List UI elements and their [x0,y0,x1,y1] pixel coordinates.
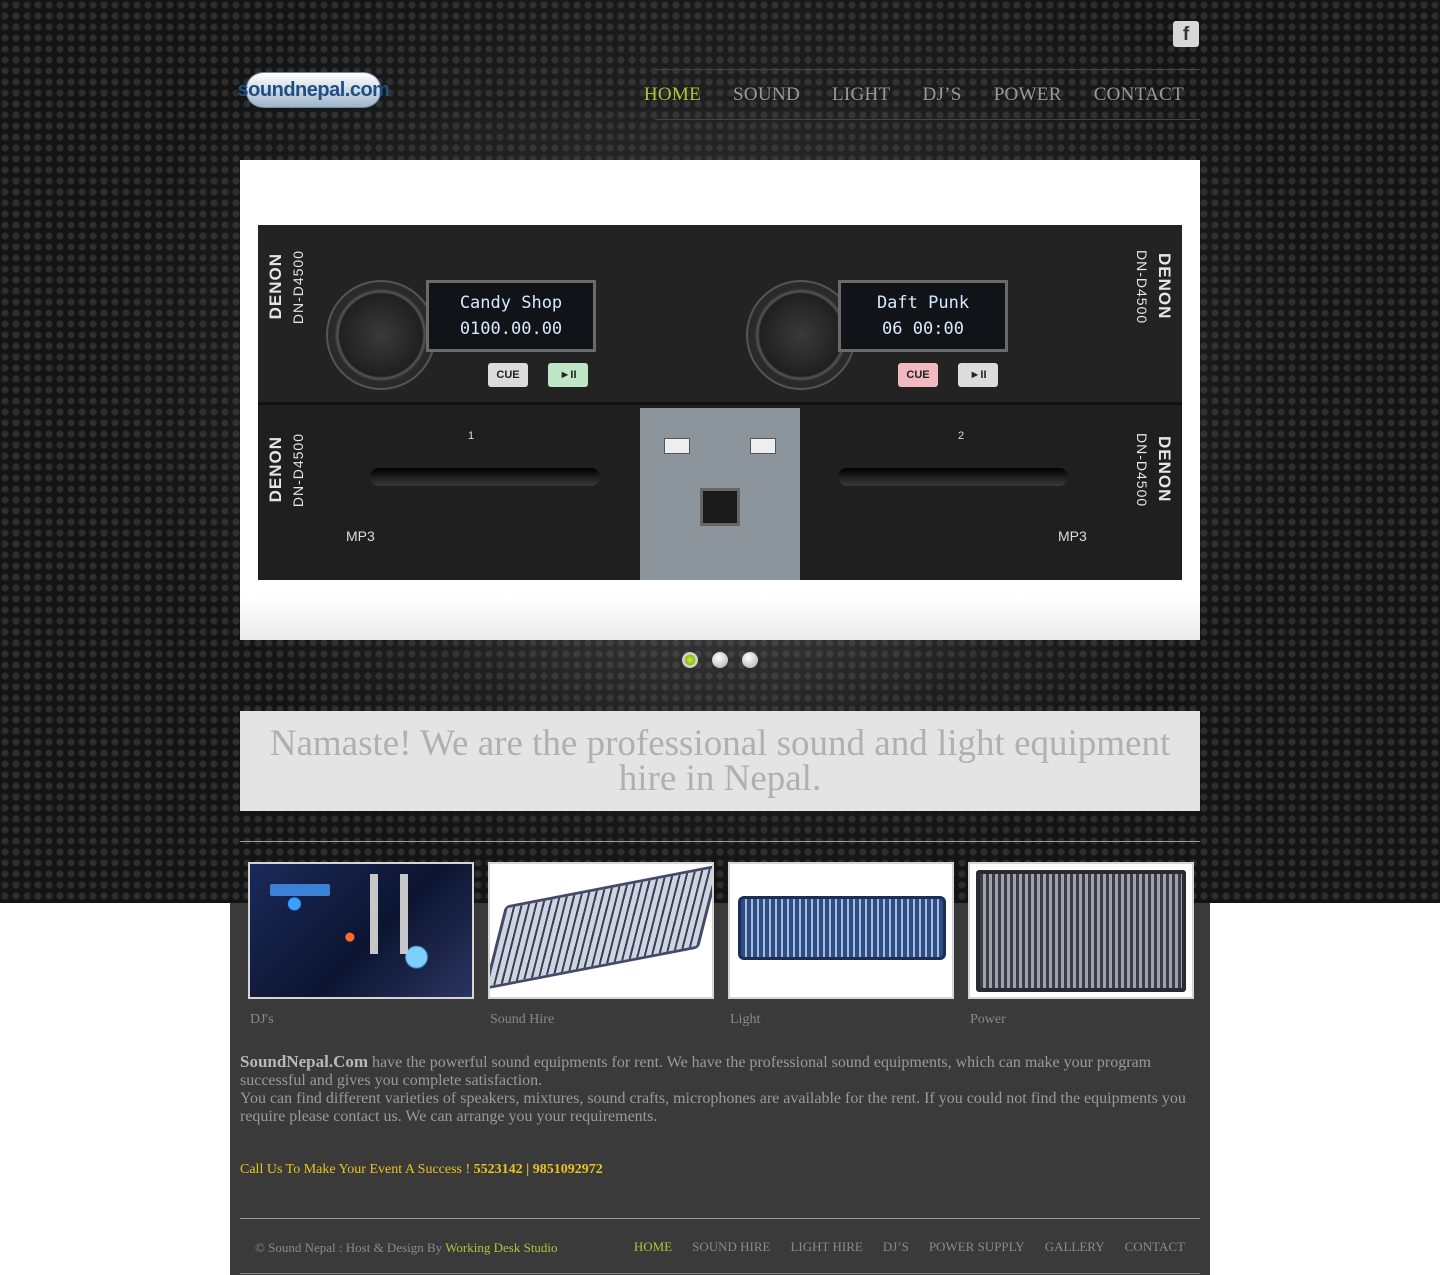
lcd-time-left: 0100.00.00 [459,319,563,339]
logo-text: soundnepal.com [237,78,390,101]
nav-home[interactable]: HOME [644,84,701,106]
cue-button-left: CUE [488,363,528,387]
play-button-right: ►II [958,363,998,387]
footer-nav-contact[interactable]: CONTACT [1125,1239,1185,1255]
slide-reflection [240,595,1200,640]
slot-number-left: 1 [468,430,475,442]
footer-nav-gallery[interactable]: GALLERY [1045,1239,1105,1255]
slider-pagination [682,652,758,668]
category-label[interactable]: DJ's [248,1012,474,1028]
brand-label-right: DENON [1155,253,1174,320]
footer-nav-djs[interactable]: DJ’S [883,1239,909,1255]
cue-button-right: CUE [898,363,938,387]
footer-bottom-line [240,1273,1200,1274]
footer-nav: HOME SOUND HIRE LIGHT HIRE DJ’S POWER SU… [634,1239,1185,1255]
disc-slot-left [370,468,600,486]
welcome-text: Namaste! We are the professional sound a… [269,723,1171,799]
category-label[interactable]: Sound Hire [488,1012,714,1028]
category-label[interactable]: Power [968,1012,1194,1028]
main-nav: HOME SOUND LIGHT DJ’S POWER CONTACT [644,69,1200,120]
player-unit-top: DENON DN-D4500 Candy Shop 0100.00.00 CUE… [258,225,1182,405]
nav-contact[interactable]: CONTACT [1094,84,1184,106]
play-button-left: ►II [548,363,588,387]
category-label[interactable]: Light [728,1012,954,1028]
hero-slider: DENON DN-D4500 Candy Shop 0100.00.00 CUE… [240,160,1200,640]
category-item-sound-hire[interactable]: Sound Hire [488,862,714,1028]
lcd-display-left: Candy Shop 0100.00.00 [426,280,596,352]
nav-sound[interactable]: SOUND [733,84,800,106]
footer-nav-home[interactable]: HOME [634,1239,672,1255]
center-control-panel [640,408,800,580]
footer-divider [240,1218,1200,1219]
controller-fader [400,874,408,954]
category-item-djs[interactable]: DJ's [248,862,474,1028]
intro-line-1: have the powerful sound equipments for r… [240,1054,1152,1089]
lcd-display-right: Daft Punk 06 00:00 [838,280,1008,352]
facebook-icon[interactable]: f [1173,21,1199,47]
nav-power[interactable]: POWER [994,84,1062,106]
slide-image-cd-player: DENON DN-D4500 Candy Shop 0100.00.00 CUE… [258,225,1182,580]
model-label-right: DN-D4500 [1134,250,1150,325]
panel-switch-1 [664,438,690,454]
designer-link[interactable]: Working Desk Studio [445,1240,557,1255]
lcd-time-right: 06 00:00 [882,319,964,339]
power-thumbnail[interactable] [968,862,1194,999]
slot-number-right: 2 [958,430,965,442]
power-mixer [976,870,1186,992]
lcd-track-right: Daft Punk [876,293,970,313]
lcd-track-left: Candy Shop [459,293,563,313]
call-to-action: Call Us To Make Your Event A Success ! 5… [240,1162,603,1178]
djs-thumbnail[interactable] [248,862,474,999]
slider-dot-3[interactable] [742,652,758,668]
intro-paragraph-1: SoundNepal.Com have the powerful sound e… [240,1053,1200,1090]
light-console [738,896,946,960]
disc-slot-right [838,468,1068,486]
panel-switch-2 [750,438,776,454]
model-label-lower-right: DN-D4500 [1134,433,1150,508]
brand-label-lower-right: DENON [1155,436,1174,503]
page-container: f soundnepal.com HOME SOUND LIGHT DJ’S P… [230,0,1210,1275]
welcome-banner: Namaste! We are the professional sound a… [240,711,1200,811]
jog-wheel-left [326,280,436,390]
controller-fader [370,874,378,954]
slider-dot-1[interactable] [682,652,698,668]
light-thumbnail[interactable] [728,862,954,999]
slider-dot-2[interactable] [712,652,728,668]
nav-light[interactable]: LIGHT [832,84,890,106]
copyright-text: © Sound Nepal : Host & Design By [255,1240,446,1255]
footer-nav-light-hire[interactable]: LIGHT HIRE [790,1239,862,1255]
model-label: DN-D4500 [290,250,306,325]
copyright: © Sound Nepal : Host & Design By Working… [255,1240,558,1256]
site-logo[interactable]: soundnepal.com [238,72,390,108]
sound-hire-thumbnail[interactable] [488,862,714,999]
category-item-power[interactable]: Power [968,862,1194,1028]
intro-text: SoundNepal.Com have the powerful sound e… [240,1053,1200,1126]
intro-brand: SoundNepal.Com [240,1052,369,1071]
controller-display [270,884,330,896]
brand-label: DENON [266,253,285,320]
format-label-right: MP3 [1058,528,1087,544]
category-grid: DJ's Sound Hire Light Power [248,862,1198,1028]
format-label-left: MP3 [346,528,375,544]
power-switch [700,488,740,526]
footer-nav-sound-hire[interactable]: SOUND HIRE [692,1239,770,1255]
category-item-light[interactable]: Light [728,862,954,1028]
brand-label-lower: DENON [266,436,285,503]
divider [240,841,1200,842]
intro-paragraph-2: You can find different varieties of spea… [240,1090,1186,1125]
model-label-lower: DN-D4500 [290,433,306,508]
call-text: Call Us To Make Your Event A Success ! [240,1162,474,1177]
mixing-console [490,864,712,990]
phone-numbers: 5523142 | 9851092972 [473,1162,603,1177]
footer-nav-power-supply[interactable]: POWER SUPPLY [929,1239,1025,1255]
nav-djs[interactable]: DJ’S [922,84,961,106]
